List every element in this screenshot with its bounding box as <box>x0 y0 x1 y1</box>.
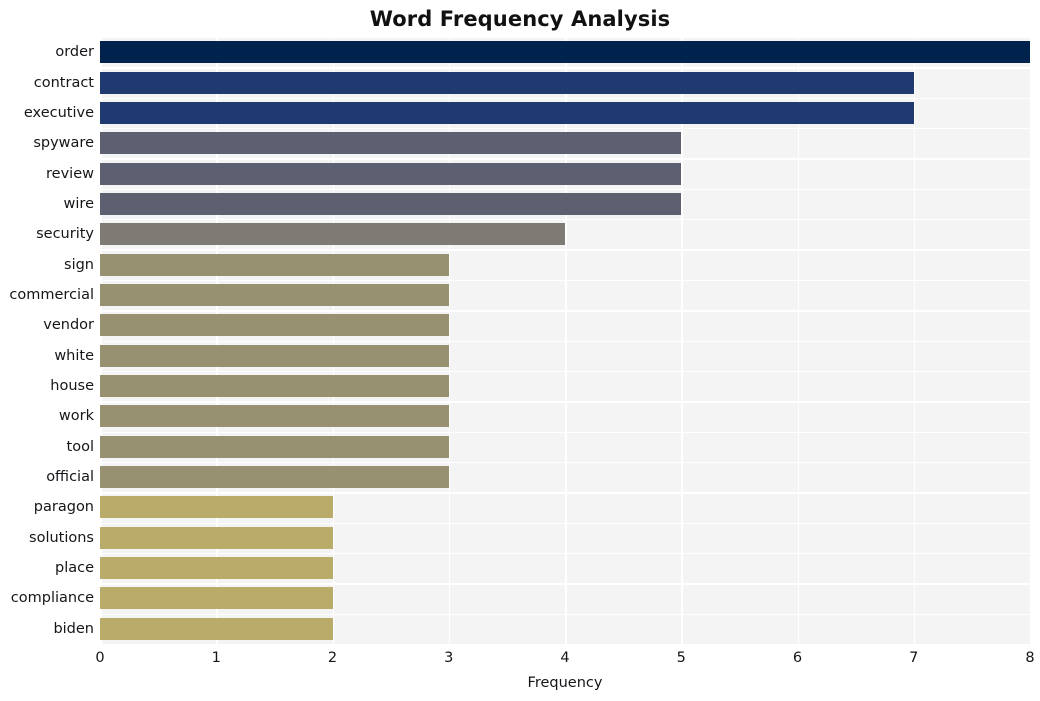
bar <box>100 162 682 185</box>
y-axis-tick-label: white <box>54 347 94 364</box>
x-axis-tick-label: 8 <box>1025 650 1035 666</box>
chart-figure: Word Frequency Analysis order contract exe… <box>0 0 1040 701</box>
y-axis-tick-label: work <box>58 408 94 425</box>
x-axis-tick-label: 7 <box>909 650 919 666</box>
y-axis-tick-label: contract <box>33 74 94 91</box>
bars-layer <box>100 37 1030 644</box>
x-axis-label: Frequency <box>527 675 603 691</box>
x-axis-tick-label: 6 <box>792 650 803 666</box>
y-axis-tick-label: house <box>50 378 94 395</box>
y-axis-tick-label: commercial <box>9 286 94 303</box>
y-axis-tick-label: official <box>46 469 94 486</box>
gridline-horizontal <box>100 644 1030 646</box>
y-axis-tick-label: order <box>55 44 94 61</box>
x-axis-tick-label: 2 <box>327 650 338 666</box>
bar <box>100 101 914 124</box>
gridline-vertical <box>1030 37 1032 644</box>
bar <box>100 435 449 458</box>
bar <box>100 344 449 367</box>
y-axis-tick-label: paragon <box>33 499 94 516</box>
x-axis-tick-label: 0 <box>95 650 105 666</box>
bar <box>100 223 565 246</box>
x-axis-tick-label: 5 <box>676 650 686 666</box>
bar <box>100 466 449 489</box>
y-axis-tick-label: sign <box>64 256 94 273</box>
plot-area <box>100 37 1032 646</box>
y-axis-tick-label: compliance <box>10 590 94 607</box>
bar <box>100 375 449 398</box>
bar <box>100 41 1030 64</box>
bar <box>100 71 914 94</box>
x-axis-tick-label: 4 <box>560 650 570 666</box>
y-axis-tick-label: place <box>54 560 94 577</box>
bar <box>100 526 333 549</box>
x-axis-tick-label: 3 <box>444 650 454 666</box>
bar <box>100 132 682 155</box>
y-axis-tick-label: executive <box>23 104 94 121</box>
y-axis-tick-labels: order contract executive spyware review wire s… <box>0 37 94 644</box>
y-axis-tick-label: security <box>36 226 94 243</box>
bar <box>100 587 333 610</box>
y-axis-tick-label: biden <box>53 620 94 637</box>
chart-title: Word Frequency Analysis <box>369 7 671 31</box>
y-axis-tick-label: tool <box>66 438 94 455</box>
y-axis-tick-label: wire <box>63 195 94 212</box>
y-axis-tick-label: solutions <box>29 529 94 546</box>
bar <box>100 617 333 640</box>
bar <box>100 192 682 215</box>
y-axis-tick-label: vendor <box>43 317 94 334</box>
bar <box>100 496 333 519</box>
x-axis-tick-labels: 0 1 2 3 4 5 6 7 8 <box>95 649 1034 669</box>
bar <box>100 283 449 306</box>
bar <box>100 314 449 337</box>
y-axis-tick-label: spyware <box>33 135 94 152</box>
y-axis-tick-label: review <box>46 165 94 182</box>
x-axis-tick-label: 1 <box>211 650 221 666</box>
bar <box>100 557 333 580</box>
bar <box>100 405 449 428</box>
bar <box>100 253 449 276</box>
